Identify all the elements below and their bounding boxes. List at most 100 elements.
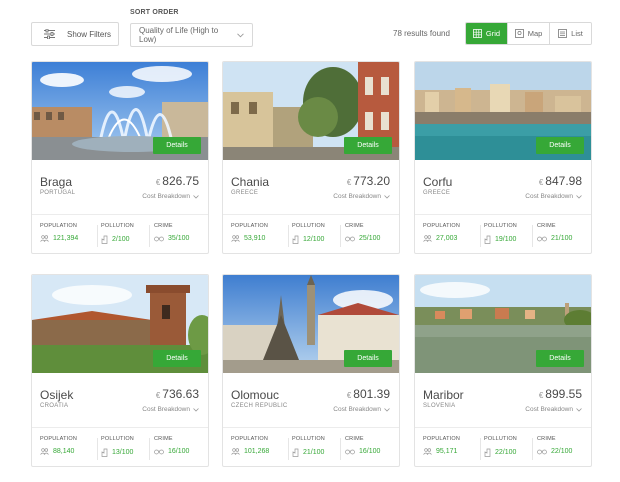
currency-symbol: € xyxy=(538,178,544,187)
population-stat: POPULATION 53,910 xyxy=(231,223,268,242)
cost-breakdown-label: Cost Breakdown xyxy=(525,406,573,413)
crime-value: 22/100 xyxy=(551,448,573,455)
show-filters-button[interactable]: Show Filters xyxy=(31,22,119,46)
city-card[interactable]: Details Corfu GREECE € 847.98 Cost Break… xyxy=(414,61,592,254)
details-button[interactable]: Details xyxy=(153,137,201,154)
country-name: CZECH REPUBLIC xyxy=(231,403,288,409)
pollution-value: 22/100 xyxy=(495,449,517,456)
map-icon xyxy=(514,29,524,38)
crime-label: CRIME xyxy=(345,436,364,442)
people-icon xyxy=(423,235,432,242)
details-button[interactable]: Details xyxy=(153,350,201,367)
handcuffs-icon xyxy=(154,449,164,455)
map-view-button[interactable]: Map xyxy=(507,23,549,44)
cost-breakdown-toggle[interactable]: Cost Breakdown xyxy=(142,193,199,200)
cost-breakdown-label: Cost Breakdown xyxy=(333,193,381,200)
cost-breakdown-toggle[interactable]: Cost Breakdown xyxy=(525,406,582,413)
sort-order-select[interactable]: Quality of Life (High to Low) xyxy=(130,23,253,47)
handcuffs-icon xyxy=(537,449,547,455)
cost-breakdown-toggle[interactable]: Cost Breakdown xyxy=(142,406,199,413)
sort-order-heading: SORT ORDER xyxy=(130,9,179,16)
pollution-label: POLLUTION xyxy=(101,436,134,442)
crime-stat: CRIME 25/100 xyxy=(345,223,380,242)
cost-breakdown-toggle[interactable]: Cost Breakdown xyxy=(333,193,390,200)
details-button[interactable]: Details xyxy=(344,350,392,367)
currency-symbol: € xyxy=(155,391,161,400)
crime-label: CRIME xyxy=(345,223,364,229)
chevron-down-icon xyxy=(193,407,199,412)
grid-view-button[interactable]: Grid xyxy=(466,23,507,44)
cost-breakdown-toggle[interactable]: Cost Breakdown xyxy=(525,193,582,200)
city-card[interactable]: Details Maribor SLOVENIA € 899.55 Cost B… xyxy=(414,274,592,467)
stat-separator xyxy=(340,438,341,460)
currency-symbol: € xyxy=(346,391,352,400)
stat-separator xyxy=(480,225,481,247)
city-card[interactable]: Details Chania GREECE € 773.20 Cost Brea… xyxy=(222,61,400,254)
details-button[interactable]: Details xyxy=(344,137,392,154)
crime-label: CRIME xyxy=(537,436,556,442)
pollution-label: POLLUTION xyxy=(484,223,517,229)
cost-breakdown-toggle[interactable]: Cost Breakdown xyxy=(333,406,390,413)
city-card[interactable]: Details Braga PORTUGAL € 826.75 Cost Bre… xyxy=(31,61,209,254)
crime-value: 35/100 xyxy=(168,235,190,242)
population-value: 53,910 xyxy=(244,235,266,242)
population-label: POPULATION xyxy=(423,223,461,229)
pollution-label: POLLUTION xyxy=(101,223,134,229)
handcuffs-icon xyxy=(154,236,164,242)
monthly-cost: € 847.98 xyxy=(539,174,582,188)
chevron-down-icon xyxy=(384,194,390,199)
crime-value: 25/100 xyxy=(359,235,381,242)
show-filters-label: Show Filters xyxy=(67,29,112,39)
country-name: GREECE xyxy=(231,190,259,196)
card-divider xyxy=(32,427,208,428)
city-name: Osijek xyxy=(40,388,74,402)
crime-stat: CRIME 16/100 xyxy=(345,436,380,455)
card-divider xyxy=(415,427,591,428)
crime-stat: CRIME 21/100 xyxy=(537,223,572,242)
chevron-down-icon xyxy=(384,407,390,412)
monthly-cost: € 826.75 xyxy=(156,174,199,188)
currency-symbol: € xyxy=(538,391,544,400)
people-icon xyxy=(231,448,240,455)
crime-label: CRIME xyxy=(154,436,173,442)
people-icon xyxy=(231,235,240,242)
details-button[interactable]: Details xyxy=(536,137,584,154)
card-divider xyxy=(32,214,208,215)
chevron-down-icon xyxy=(193,194,199,199)
map-view-label: Map xyxy=(527,29,543,38)
stat-separator xyxy=(288,438,289,460)
monthly-cost: € 899.55 xyxy=(539,387,582,401)
handcuffs-icon xyxy=(537,236,547,242)
city-name: Corfu xyxy=(423,175,453,189)
city-card[interactable]: Details Osijek CROATIA € 736.63 Cost Bre… xyxy=(31,274,209,467)
population-value: 27,003 xyxy=(436,235,458,242)
factory-icon xyxy=(101,235,108,244)
crime-value: 16/100 xyxy=(359,448,381,455)
country-name: SLOVENIA xyxy=(423,403,456,409)
factory-icon xyxy=(101,448,108,457)
cost-value: 847.98 xyxy=(545,174,582,188)
population-label: POPULATION xyxy=(231,436,269,442)
details-button[interactable]: Details xyxy=(536,350,584,367)
city-card[interactable]: Details Olomouc CZECH REPUBLIC € 801.39 … xyxy=(222,274,400,467)
population-value: 88,140 xyxy=(53,448,75,455)
population-stat: POPULATION 101,268 xyxy=(231,436,269,455)
population-stat: POPULATION 95,171 xyxy=(423,436,460,455)
stat-separator xyxy=(340,225,341,247)
factory-icon xyxy=(292,448,299,457)
population-stat: POPULATION 27,003 xyxy=(423,223,460,242)
stat-separator xyxy=(532,225,533,247)
population-label: POPULATION xyxy=(40,436,78,442)
card-divider xyxy=(415,214,591,215)
currency-symbol: € xyxy=(155,178,161,187)
stat-separator xyxy=(288,225,289,247)
sort-order-value: Quality of Life (High to Low) xyxy=(139,26,219,44)
factory-icon xyxy=(484,448,491,457)
cost-value: 801.39 xyxy=(353,387,390,401)
list-view-button[interactable]: List xyxy=(549,23,591,44)
cost-value: 899.55 xyxy=(545,387,582,401)
population-label: POPULATION xyxy=(231,223,269,229)
chevron-down-icon xyxy=(576,407,582,412)
list-icon xyxy=(558,29,568,38)
chevron-down-icon xyxy=(576,194,582,199)
